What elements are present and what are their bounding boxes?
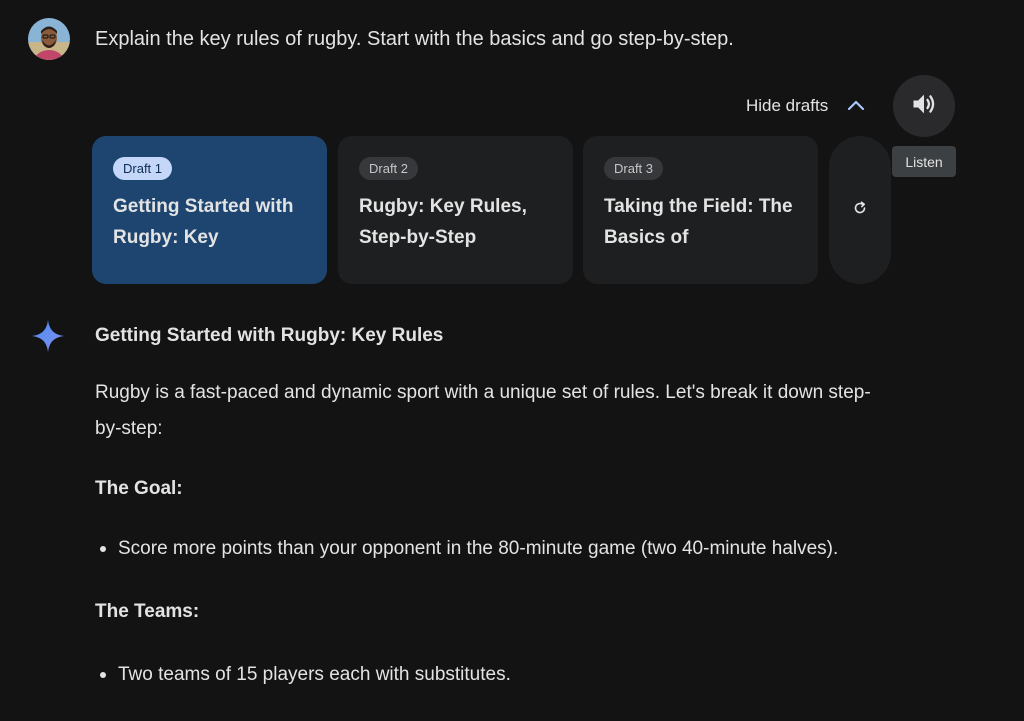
regenerate-drafts-button[interactable] xyxy=(829,136,891,284)
bullet-list-teams: Two teams of 15 players each with substi… xyxy=(95,657,875,693)
draft-card-1[interactable]: Draft 1 Getting Started with Rugby: Key xyxy=(92,136,327,284)
bullet-dot xyxy=(100,672,106,678)
list-item-text: Score more points than your opponent in … xyxy=(118,538,839,559)
list-item: Score more points than your opponent in … xyxy=(95,531,875,567)
draft-chip: Draft 1 xyxy=(113,157,173,180)
conversation-view: Explain the key rules of rugby. Start wi… xyxy=(0,0,1024,721)
listen-tooltip: Listen xyxy=(892,146,956,177)
hide-drafts-label: Hide drafts xyxy=(746,96,829,115)
draft-title: Taking the Field: The Basics of xyxy=(604,196,793,248)
draft-chip: Draft 3 xyxy=(604,157,664,180)
draft-card-2[interactable]: Draft 2 Rugby: Key Rules, Step-by-Step xyxy=(338,136,573,284)
user-avatar[interactable] xyxy=(28,18,70,60)
bullet-dot xyxy=(100,546,106,552)
list-item-text: Two teams of 15 players each with substi… xyxy=(118,664,511,685)
draft-card-3[interactable]: Draft 3 Taking the Field: The Basics of xyxy=(583,136,818,284)
draft-chip: Draft 2 xyxy=(359,157,419,180)
section-heading-goal: The Goal: xyxy=(95,478,183,499)
listen-button[interactable] xyxy=(893,75,955,137)
hide-drafts-toggle[interactable]: Hide drafts xyxy=(746,94,866,118)
bullet-list-goal: Score more points than your opponent in … xyxy=(95,531,875,567)
response-title: Getting Started with Rugby: Key Rules xyxy=(95,325,444,346)
gemini-sparkle-icon xyxy=(31,319,65,353)
user-prompt: Explain the key rules of rugby. Start wi… xyxy=(95,28,734,50)
list-item: Two teams of 15 players each with substi… xyxy=(95,657,875,693)
volume-icon xyxy=(910,90,938,123)
refresh-icon xyxy=(852,200,868,221)
response-body: Getting Started with Rugby: Key Rules Ru… xyxy=(95,322,875,693)
section-heading-teams: The Teams: xyxy=(95,601,200,622)
draft-title: Rugby: Key Rules, Step-by-Step xyxy=(359,196,527,248)
draft-title: Getting Started with Rugby: Key xyxy=(113,196,294,248)
chevron-up-icon[interactable] xyxy=(846,96,866,116)
response-intro: Rugby is a fast-paced and dynamic sport … xyxy=(95,382,871,439)
